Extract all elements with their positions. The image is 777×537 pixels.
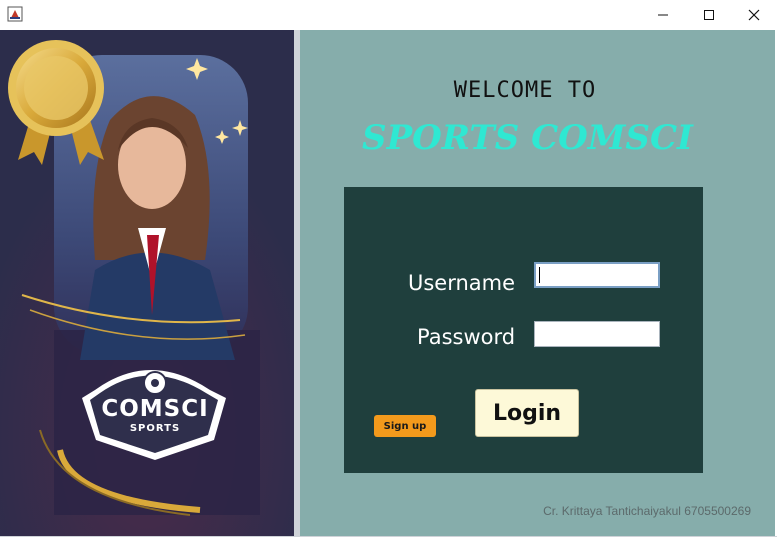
credit-text: Cr. Krittaya Tantichaiyakul 6705500269 <box>543 504 751 518</box>
brand-title: SPORTS COMSCI <box>362 118 693 158</box>
password-label: Password <box>417 325 516 349</box>
maximize-icon <box>704 10 714 20</box>
close-button[interactable] <box>731 0 777 30</box>
minimize-icon <box>658 14 668 16</box>
username-field[interactable] <box>534 262 660 288</box>
password-field[interactable] <box>534 321 660 347</box>
java-app-icon <box>7 6 23 22</box>
login-button[interactable]: Login <box>475 389 579 437</box>
minimize-button[interactable] <box>640 0 686 30</box>
logo-text: COMSCI <box>101 396 209 422</box>
maximize-button[interactable] <box>686 0 732 30</box>
banner-illustration <box>0 30 294 536</box>
login-panel: WELCOME TO SPORTS COMSCI Username Passwo… <box>300 30 775 536</box>
username-label: Username <box>408 271 516 295</box>
welcome-heading: WELCOME TO <box>453 78 597 103</box>
sign-up-button[interactable]: Sign up <box>374 415 436 437</box>
text-caret <box>539 267 540 283</box>
login-form: Username Password Sign up Login <box>344 187 703 473</box>
close-icon <box>748 9 760 21</box>
logo-subtext: SPORTS <box>129 423 181 434</box>
title-bar <box>0 0 777 30</box>
banner-panel: COMSCI SPORTS <box>0 30 294 536</box>
